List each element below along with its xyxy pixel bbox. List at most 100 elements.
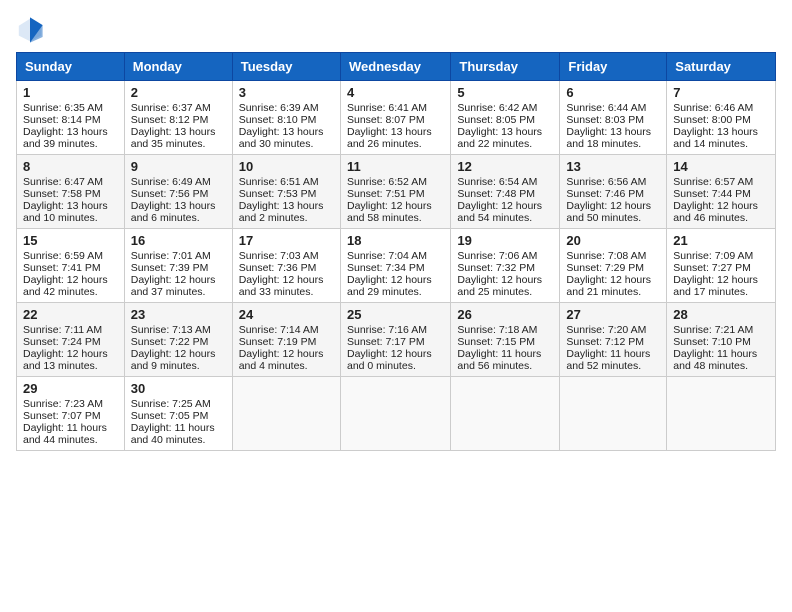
day-info: Sunrise: 7:20 AM	[566, 324, 660, 336]
day-number: 10	[239, 159, 334, 174]
calendar-cell	[451, 377, 560, 451]
day-info: Sunset: 7:17 PM	[347, 336, 444, 348]
day-info: Sunset: 7:15 PM	[457, 336, 553, 348]
col-header-thursday: Thursday	[451, 53, 560, 81]
col-header-monday: Monday	[124, 53, 232, 81]
day-number: 15	[23, 233, 118, 248]
day-info: Sunrise: 6:47 AM	[23, 176, 118, 188]
calendar-cell	[667, 377, 776, 451]
day-info: Sunset: 7:22 PM	[131, 336, 226, 348]
day-info: Daylight: 12 hours and 37 minutes.	[131, 274, 226, 298]
day-info: Sunrise: 6:49 AM	[131, 176, 226, 188]
day-info: Sunrise: 6:44 AM	[566, 102, 660, 114]
day-info: Sunrise: 7:21 AM	[673, 324, 769, 336]
col-header-sunday: Sunday	[17, 53, 125, 81]
day-number: 22	[23, 307, 118, 322]
day-info: Sunrise: 6:41 AM	[347, 102, 444, 114]
day-info: Sunrise: 7:01 AM	[131, 250, 226, 262]
day-number: 6	[566, 85, 660, 100]
day-number: 11	[347, 159, 444, 174]
day-info: Sunset: 8:12 PM	[131, 114, 226, 126]
day-info: Sunset: 7:07 PM	[23, 410, 118, 422]
day-number: 7	[673, 85, 769, 100]
day-info: Sunrise: 6:35 AM	[23, 102, 118, 114]
day-info: Sunset: 7:05 PM	[131, 410, 226, 422]
calendar-cell: 17Sunrise: 7:03 AMSunset: 7:36 PMDayligh…	[232, 229, 340, 303]
day-info: Sunset: 7:46 PM	[566, 188, 660, 200]
day-info: Daylight: 13 hours and 26 minutes.	[347, 126, 444, 150]
day-number: 9	[131, 159, 226, 174]
day-info: Daylight: 12 hours and 13 minutes.	[23, 348, 118, 372]
day-info: Sunset: 8:00 PM	[673, 114, 769, 126]
day-info: Sunset: 8:14 PM	[23, 114, 118, 126]
day-info: Daylight: 12 hours and 54 minutes.	[457, 200, 553, 224]
day-number: 4	[347, 85, 444, 100]
day-number: 27	[566, 307, 660, 322]
day-info: Sunset: 7:39 PM	[131, 262, 226, 274]
day-info: Daylight: 11 hours and 40 minutes.	[131, 422, 226, 446]
day-number: 13	[566, 159, 660, 174]
day-info: Sunrise: 6:42 AM	[457, 102, 553, 114]
calendar-cell	[232, 377, 340, 451]
calendar-cell: 19Sunrise: 7:06 AMSunset: 7:32 PMDayligh…	[451, 229, 560, 303]
day-info: Sunset: 7:27 PM	[673, 262, 769, 274]
calendar-cell: 18Sunrise: 7:04 AMSunset: 7:34 PMDayligh…	[340, 229, 450, 303]
day-info: Sunrise: 7:25 AM	[131, 398, 226, 410]
calendar-cell: 14Sunrise: 6:57 AMSunset: 7:44 PMDayligh…	[667, 155, 776, 229]
day-number: 8	[23, 159, 118, 174]
calendar-cell: 9Sunrise: 6:49 AMSunset: 7:56 PMDaylight…	[124, 155, 232, 229]
week-row-0: 1Sunrise: 6:35 AMSunset: 8:14 PMDaylight…	[17, 81, 776, 155]
day-info: Sunset: 7:34 PM	[347, 262, 444, 274]
logo-icon	[16, 16, 44, 44]
calendar-cell: 4 Sunrise: 6:41 AMSunset: 8:07 PMDaylight…	[340, 81, 450, 155]
day-number: 3	[239, 85, 334, 100]
day-number: 26	[457, 307, 553, 322]
col-header-wednesday: Wednesday	[340, 53, 450, 81]
day-info: Sunrise: 7:03 AM	[239, 250, 334, 262]
day-info: Sunrise: 6:52 AM	[347, 176, 444, 188]
day-info: Sunrise: 7:13 AM	[131, 324, 226, 336]
day-info: Sunset: 8:07 PM	[347, 114, 444, 126]
day-info: Sunrise: 7:09 AM	[673, 250, 769, 262]
day-number: 24	[239, 307, 334, 322]
day-info: Daylight: 11 hours and 44 minutes.	[23, 422, 118, 446]
day-number: 23	[131, 307, 226, 322]
day-info: Daylight: 12 hours and 25 minutes.	[457, 274, 553, 298]
calendar-cell: 30Sunrise: 7:25 AMSunset: 7:05 PMDayligh…	[124, 377, 232, 451]
day-info: Daylight: 13 hours and 2 minutes.	[239, 200, 334, 224]
calendar-cell: 8Sunrise: 6:47 AMSunset: 7:58 PMDaylight…	[17, 155, 125, 229]
day-info: Daylight: 13 hours and 35 minutes.	[131, 126, 226, 150]
calendar-cell: 10Sunrise: 6:51 AMSunset: 7:53 PMDayligh…	[232, 155, 340, 229]
calendar-cell	[340, 377, 450, 451]
day-info: Sunset: 7:44 PM	[673, 188, 769, 200]
day-number: 19	[457, 233, 553, 248]
day-info: Sunrise: 6:39 AM	[239, 102, 334, 114]
day-info: Daylight: 12 hours and 29 minutes.	[347, 274, 444, 298]
day-info: Daylight: 13 hours and 10 minutes.	[23, 200, 118, 224]
calendar-cell: 26Sunrise: 7:18 AMSunset: 7:15 PMDayligh…	[451, 303, 560, 377]
day-info: Daylight: 12 hours and 0 minutes.	[347, 348, 444, 372]
day-info: Daylight: 12 hours and 58 minutes.	[347, 200, 444, 224]
day-info: Sunset: 7:48 PM	[457, 188, 553, 200]
col-header-saturday: Saturday	[667, 53, 776, 81]
week-row-2: 15Sunrise: 6:59 AMSunset: 7:41 PMDayligh…	[17, 229, 776, 303]
calendar-cell: 29Sunrise: 7:23 AMSunset: 7:07 PMDayligh…	[17, 377, 125, 451]
day-info: Sunrise: 7:08 AM	[566, 250, 660, 262]
day-info: Sunrise: 7:14 AM	[239, 324, 334, 336]
calendar-cell	[560, 377, 667, 451]
day-info: Daylight: 12 hours and 42 minutes.	[23, 274, 118, 298]
day-info: Sunrise: 6:54 AM	[457, 176, 553, 188]
day-info: Sunset: 7:12 PM	[566, 336, 660, 348]
day-info: Daylight: 12 hours and 17 minutes.	[673, 274, 769, 298]
day-info: Daylight: 12 hours and 9 minutes.	[131, 348, 226, 372]
day-info: Sunrise: 6:59 AM	[23, 250, 118, 262]
day-info: Sunset: 7:19 PM	[239, 336, 334, 348]
day-info: Sunset: 8:03 PM	[566, 114, 660, 126]
day-info: Sunrise: 7:04 AM	[347, 250, 444, 262]
day-info: Sunset: 7:36 PM	[239, 262, 334, 274]
day-number: 2	[131, 85, 226, 100]
day-info: Daylight: 12 hours and 50 minutes.	[566, 200, 660, 224]
day-info: Sunset: 7:10 PM	[673, 336, 769, 348]
day-info: Sunrise: 6:56 AM	[566, 176, 660, 188]
day-info: Sunset: 8:05 PM	[457, 114, 553, 126]
